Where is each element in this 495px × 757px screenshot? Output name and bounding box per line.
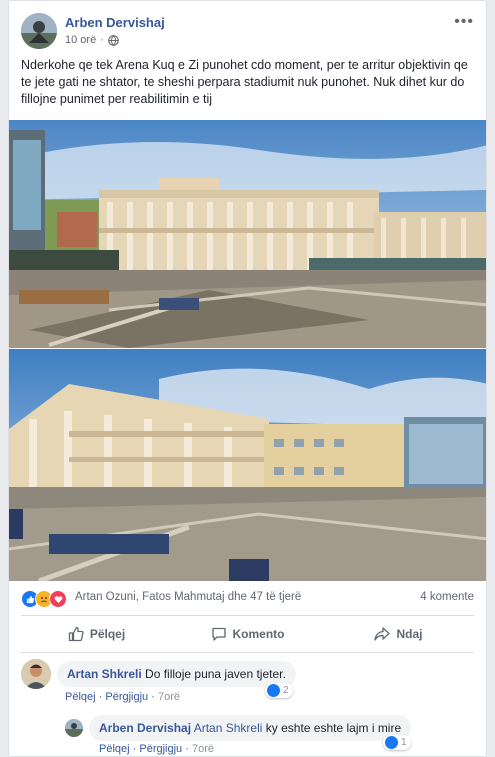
reply-text: ky eshte eshte lajm i mire (265, 721, 402, 735)
comment-like-count[interactable]: 2 (265, 683, 293, 698)
like-button[interactable]: Pëlqej (21, 616, 172, 652)
reply-author[interactable]: Arben Dervishaj (99, 721, 191, 735)
comment-time[interactable]: 7orë (158, 691, 180, 703)
post-text: Nderkohe qe tek Arena Kuq e Zi punohet c… (21, 58, 468, 106)
comment-meta: Pëlqej · Përgjigju · 7orë (65, 691, 180, 703)
author-avatar[interactable] (21, 13, 57, 49)
love-icon (49, 590, 67, 608)
reply-bubble: Arben Dervishaj Artan Shkreli ky eshte e… (89, 715, 412, 741)
reply-meta: Pëlqej · Përgjigju · 7orë (99, 743, 214, 755)
reply-author-avatar[interactable] (65, 719, 83, 737)
share-icon (374, 627, 391, 641)
comment-text: Do filloje puna javen tjeter. (145, 667, 286, 681)
comment-reply-1: Arben Dervishaj Artan Shkreli ky eshte e… (65, 715, 476, 756)
post-card: Arben Dervishaj 10 orë · ••• Nderkohe qe… (8, 0, 487, 757)
comment-like-link[interactable]: Pëlqej (65, 691, 96, 703)
reaction-names[interactable]: Artan Ozuni, Fatos Mahmutaj dhe 47 të tj… (75, 591, 301, 603)
more-options-icon[interactable]: ••• (454, 13, 474, 31)
like-icon (385, 736, 398, 749)
comments-count[interactable]: 4 komente (420, 591, 474, 603)
thumbs-up-icon (68, 626, 84, 642)
comment-author[interactable]: Artan Shkreli (67, 667, 142, 681)
reactions-bar: Artan Ozuni, Fatos Mahmutaj dhe 47 të tj… (21, 589, 474, 609)
post-meta: 10 orë · (65, 34, 119, 46)
globe-icon[interactable] (108, 34, 119, 46)
post-photo-1[interactable] (9, 120, 486, 348)
reply-like-count[interactable]: 1 (383, 735, 411, 750)
comment-button[interactable]: Komento (172, 616, 323, 652)
reply-like-link[interactable]: Pëlqej (99, 743, 130, 755)
share-button[interactable]: Ndaj (323, 616, 474, 652)
like-button-label: Pëlqej (89, 627, 126, 641)
comment-icon (211, 627, 226, 641)
comment-1: Artan Shkreli Do filloje puna javen tjet… (21, 659, 476, 705)
share-button-label: Ndaj (396, 627, 423, 641)
comment-button-label: Komento (232, 627, 285, 641)
reply-mention[interactable]: Artan Shkreli (194, 721, 263, 735)
reaction-icons[interactable] (21, 590, 67, 608)
comment-reply-link[interactable]: Përgjigju (105, 691, 148, 703)
commenter-avatar[interactable] (21, 659, 51, 689)
reply-time[interactable]: 7orë (192, 743, 214, 755)
author-name[interactable]: Arben Dervishaj (65, 15, 165, 30)
post-time[interactable]: 10 orë (65, 34, 96, 46)
comment-bubble: Artan Shkreli Do filloje puna javen tjet… (57, 661, 296, 687)
post-photo-2[interactable] (9, 349, 486, 581)
reply-reply-link[interactable]: Përgjigju (139, 743, 182, 755)
like-icon (267, 684, 280, 697)
action-bar: Pëlqej Komento Ndaj (21, 615, 474, 653)
post-header: Arben Dervishaj 10 orë · ••• (21, 13, 474, 53)
